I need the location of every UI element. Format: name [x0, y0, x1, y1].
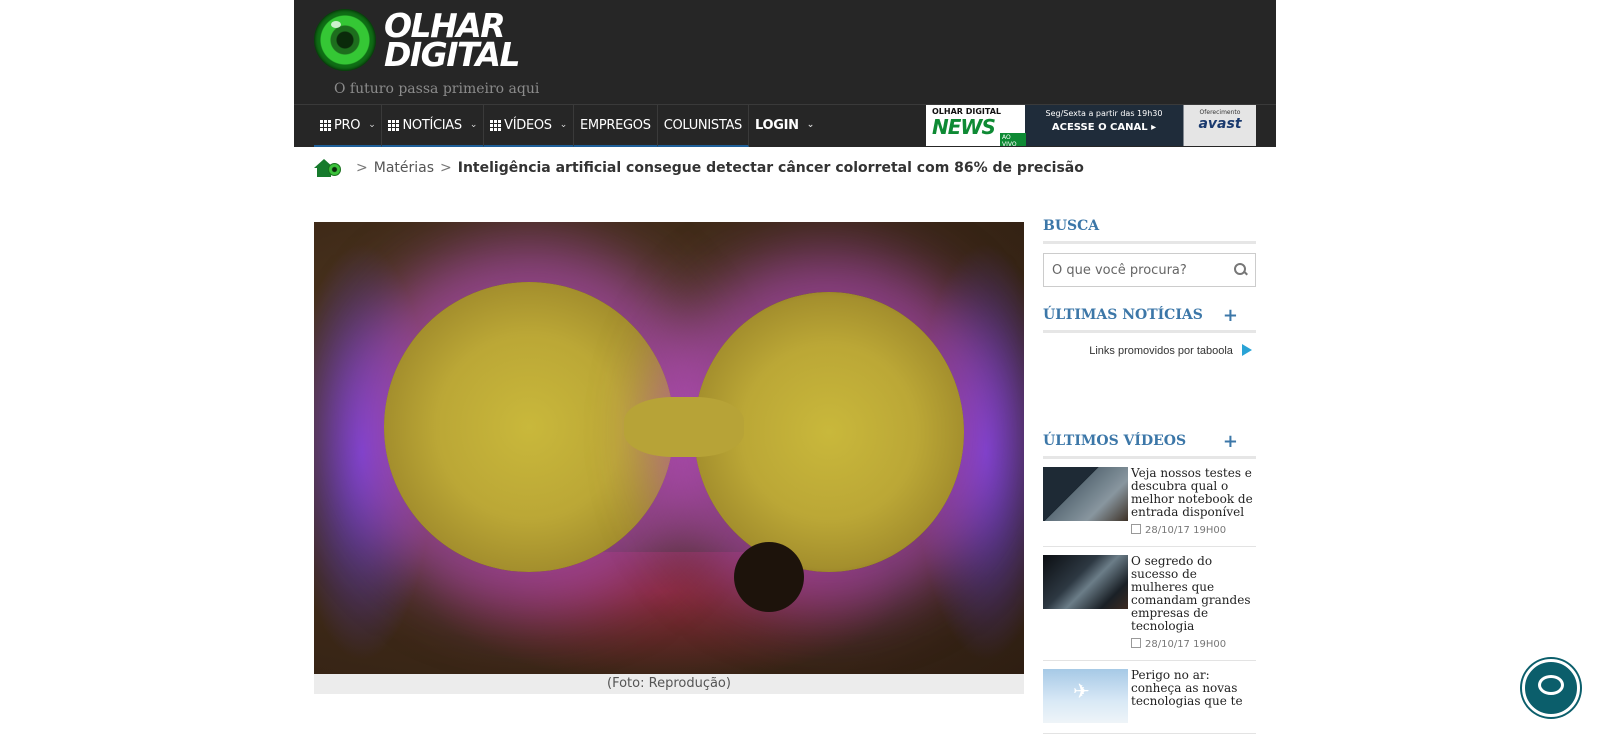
- logo-line2: DIGITAL: [384, 35, 521, 74]
- plus-icon[interactable]: +: [1223, 305, 1238, 326]
- nav-item-videos[interactable]: VÍDEOS ⌄: [484, 105, 574, 147]
- video-list-item[interactable]: Veja nossos testes e descubra qual o mel…: [1043, 459, 1256, 547]
- sidebar: BUSCA ÚLTIMAS NOTÍCIAS + Links promovido…: [1043, 218, 1256, 734]
- breadcrumb: > Matérias > Inteligência artificial con…: [314, 156, 1084, 180]
- calendar-icon: [1131, 524, 1141, 534]
- banner-schedule-text: Seg/Sexta a partir das 19h30: [1045, 109, 1163, 118]
- nav-item-login[interactable]: LOGIN ⌄: [749, 105, 820, 145]
- taboola-promoted[interactable]: Links promovidos por taboola: [1043, 344, 1256, 358]
- sponsor-name: avast: [1198, 116, 1242, 132]
- plus-icon[interactable]: +: [1223, 431, 1238, 452]
- video-thumbnail[interactable]: [1043, 669, 1128, 723]
- nav-item-empregos[interactable]: EMPREGOS: [574, 105, 658, 147]
- video-title[interactable]: Perigo no ar: conheça as novas tecnologi…: [1131, 669, 1256, 708]
- calendar-icon: [1131, 638, 1141, 648]
- chat-button[interactable]: [1522, 659, 1580, 717]
- video-thumbnail[interactable]: [1043, 467, 1128, 521]
- banner-cta: ACESSE O CANAL ▸: [1051, 122, 1157, 133]
- chevron-down-icon: ⌄: [559, 120, 568, 130]
- article-hero-image: [314, 222, 1024, 674]
- video-date: 28/10/17 19H00: [1131, 524, 1256, 536]
- breadcrumb-link-materias[interactable]: Matérias: [374, 160, 434, 176]
- logo-wordmark: OLHAR DIGITAL: [384, 9, 524, 74]
- video-date-text: 28/10/17 19H00: [1145, 525, 1227, 536]
- banner-schedule: Seg/Sexta a partir das 19h30 ACESSE O CA…: [1029, 109, 1179, 133]
- latest-videos-title-text: ÚLTIMOS VÍDEOS: [1043, 433, 1187, 449]
- search-section-title: BUSCA: [1043, 218, 1256, 244]
- video-list-item[interactable]: O segredo do sucesso de mulheres que com…: [1043, 547, 1256, 661]
- video-title[interactable]: O segredo do sucesso de mulheres que com…: [1131, 555, 1256, 633]
- chevron-down-icon: ⌄: [368, 120, 376, 130]
- taboola-icon: [1242, 344, 1252, 357]
- nav-item-pro[interactable]: PRO ⌄: [314, 105, 383, 147]
- chevron-down-icon: ⌄: [469, 120, 478, 130]
- nav-label: VÍDEOS: [504, 117, 552, 133]
- banner-brand: OLHAR DIGITAL NEWS AO VIVO: [932, 107, 1026, 146]
- nav-item-noticias[interactable]: NOTÍCIAS ⌄: [382, 105, 485, 147]
- eye-logo-icon: [314, 9, 376, 71]
- video-list-item[interactable]: Perigo no ar: conheça as novas tecnologi…: [1043, 661, 1256, 734]
- latest-videos-title: ÚLTIMOS VÍDEOS +: [1043, 431, 1256, 459]
- promoted-label: Links promovidos por taboola: [1089, 345, 1233, 357]
- nav-label: NOTÍCIAS: [402, 117, 462, 133]
- breadcrumb-separator: >: [356, 160, 368, 176]
- latest-news-title-text: ÚLTIMAS NOTÍCIAS: [1043, 307, 1203, 323]
- video-date-text: 28/10/17 19H00: [1145, 639, 1227, 650]
- main-nav: PRO ⌄ NOTÍCIAS ⌄ VÍDEOS ⌄ EMPREGOS COLUN…: [314, 105, 820, 147]
- latest-news-title: ÚLTIMAS NOTÍCIAS +: [1043, 305, 1256, 333]
- banner-sponsor: Oferecimento avast: [1186, 109, 1254, 132]
- grid-icon: [388, 119, 400, 131]
- search-box: [1043, 253, 1256, 287]
- nav-label: COLUNISTAS: [663, 117, 743, 133]
- live-badge: AO VIVO: [1000, 133, 1026, 146]
- news-channel-banner[interactable]: OLHAR DIGITAL NEWS AO VIVO Seg/Sexta a p…: [926, 105, 1256, 146]
- nav-item-colunistas[interactable]: COLUNISTAS: [657, 105, 749, 147]
- grid-icon: [320, 119, 331, 131]
- nav-label: LOGIN: [755, 117, 799, 133]
- site-header: OLHAR DIGITAL O futuro passa primeiro aq…: [294, 0, 1276, 147]
- nav-label: PRO: [334, 117, 361, 133]
- video-title[interactable]: Veja nossos testes e descubra qual o mel…: [1131, 467, 1256, 519]
- nav-label: EMPREGOS: [580, 117, 651, 133]
- sponsor-label: Oferecimento: [1199, 109, 1241, 116]
- grid-icon: [490, 119, 502, 131]
- search-icon[interactable]: [1234, 263, 1246, 275]
- video-date: 28/10/17 19H00: [1131, 638, 1256, 650]
- search-input[interactable]: [1050, 261, 1234, 279]
- breadcrumb-separator: >: [440, 160, 452, 176]
- tagline: O futuro passa primeiro aqui: [334, 81, 540, 97]
- breadcrumb-current: Inteligência artificial consegue detecta…: [457, 160, 1084, 176]
- image-caption: (Foto: Reprodução): [314, 674, 1024, 694]
- chevron-down-icon: ⌄: [806, 120, 815, 130]
- home-icon[interactable]: [314, 158, 342, 178]
- video-thumbnail[interactable]: [1043, 555, 1128, 609]
- chat-icon: [1538, 675, 1564, 695]
